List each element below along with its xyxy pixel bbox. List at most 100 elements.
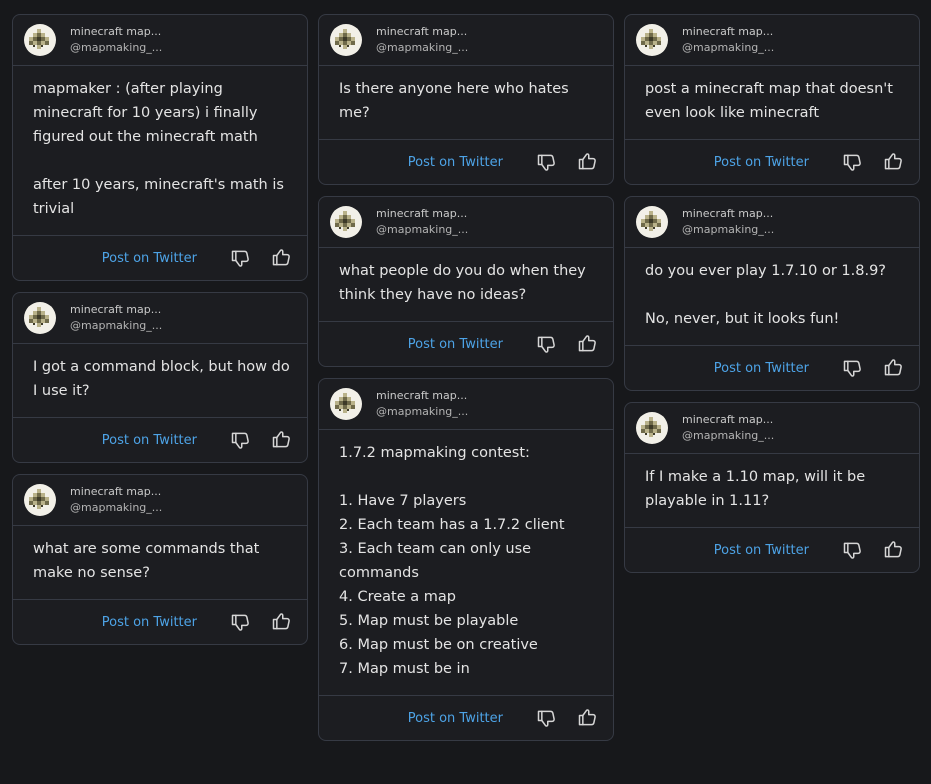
tweet-card: minecraft map... @mapmaking_... post a m… — [624, 14, 920, 185]
author-ident: minecraft map... @mapmaking_... — [682, 24, 774, 56]
author-handle: @mapmaking_... — [682, 223, 775, 236]
thumbs-down-icon[interactable] — [536, 708, 556, 728]
thumbs-up-icon[interactable] — [577, 334, 597, 354]
column-3: minecraft map... @mapmaking_... post a m… — [624, 14, 920, 584]
pixel-map-avatar-icon — [24, 484, 56, 516]
post-on-twitter-link[interactable]: Post on Twitter — [408, 155, 503, 170]
column-2: minecraft map... @mapmaking_... Is there… — [318, 14, 614, 752]
author-handle: @mapmaking_... — [70, 501, 163, 514]
thumbs-down-icon[interactable] — [842, 358, 862, 378]
card-footer: Post on Twitter — [625, 528, 919, 572]
author-handle: @mapmaking_... — [70, 41, 163, 54]
author-handle: @mapmaking_... — [376, 41, 469, 54]
pixel-map-avatar-icon — [636, 412, 668, 444]
avatar-art — [27, 487, 53, 513]
avatar-art — [639, 27, 665, 53]
post-on-twitter-link[interactable]: Post on Twitter — [102, 615, 197, 630]
post-on-twitter-link[interactable]: Post on Twitter — [714, 543, 809, 558]
thumbs-down-icon[interactable] — [230, 612, 250, 632]
author-ident: minecraft map... @mapmaking_... — [682, 412, 774, 444]
thumbs-down-icon[interactable] — [842, 540, 862, 560]
author-handle: @mapmaking_... — [70, 319, 163, 332]
post-on-twitter-link[interactable]: Post on Twitter — [102, 433, 197, 448]
author-ident: minecraft map... @mapmaking_... — [376, 388, 468, 420]
tweet-text: I got a command block, but how do I use … — [13, 344, 307, 418]
card-footer: Post on Twitter — [625, 346, 919, 390]
tweet-card: minecraft map... @mapmaking_... If I mak… — [624, 402, 920, 573]
pixel-map-avatar-icon — [330, 388, 362, 420]
author-name: minecraft map... — [682, 25, 774, 38]
tweet-text: post a minecraft map that doesn't even l… — [625, 66, 919, 140]
card-header: minecraft map... @mapmaking_... — [13, 293, 307, 344]
tweet-text: what are some commands that make no sens… — [13, 526, 307, 600]
author-ident: minecraft map... @mapmaking_... — [70, 24, 162, 56]
thumbs-up-icon[interactable] — [577, 152, 597, 172]
thumbs-down-icon[interactable] — [230, 430, 250, 450]
card-header: minecraft map... @mapmaking_... — [319, 15, 613, 66]
avatar-art — [27, 27, 53, 53]
avatar-art — [639, 209, 665, 235]
tweet-text: 1.7.2 mapmaking contest: 1. Have 7 playe… — [319, 430, 613, 696]
author-name: minecraft map... — [70, 485, 162, 498]
thumbs-up-icon[interactable] — [883, 540, 903, 560]
card-header: minecraft map... @mapmaking_... — [13, 475, 307, 526]
author-ident: minecraft map... @mapmaking_... — [70, 484, 162, 516]
author-name: minecraft map... — [376, 25, 468, 38]
card-header: minecraft map... @mapmaking_... — [319, 197, 613, 248]
tweet-text: what people do you do when they think th… — [319, 248, 613, 322]
thumbs-up-icon[interactable] — [271, 430, 291, 450]
author-name: minecraft map... — [70, 303, 162, 316]
card-footer: Post on Twitter — [13, 600, 307, 644]
author-handle: @mapmaking_... — [376, 405, 469, 418]
thumbs-up-icon[interactable] — [883, 152, 903, 172]
card-header: minecraft map... @mapmaking_... — [625, 197, 919, 248]
author-ident: minecraft map... @mapmaking_... — [682, 206, 774, 238]
post-on-twitter-link[interactable]: Post on Twitter — [408, 337, 503, 352]
card-footer: Post on Twitter — [319, 322, 613, 366]
author-name: minecraft map... — [376, 389, 468, 402]
avatar-art — [333, 391, 359, 417]
card-header: minecraft map... @mapmaking_... — [625, 403, 919, 454]
post-on-twitter-link[interactable]: Post on Twitter — [102, 251, 197, 266]
thumbs-up-icon[interactable] — [883, 358, 903, 378]
thumbs-down-icon[interactable] — [536, 334, 556, 354]
pixel-map-avatar-icon — [24, 24, 56, 56]
card-footer: Post on Twitter — [13, 236, 307, 280]
pixel-map-avatar-icon — [330, 206, 362, 238]
thumbs-up-icon[interactable] — [577, 708, 597, 728]
card-footer: Post on Twitter — [319, 696, 613, 740]
tweet-text: do you ever play 1.7.10 or 1.8.9? No, ne… — [625, 248, 919, 346]
author-handle: @mapmaking_... — [682, 41, 775, 54]
author-ident: minecraft map... @mapmaking_... — [376, 206, 468, 238]
tweet-text: Is there anyone here who hates me? — [319, 66, 613, 140]
thumbs-up-icon[interactable] — [271, 612, 291, 632]
post-on-twitter-link[interactable]: Post on Twitter — [408, 711, 503, 726]
card-header: minecraft map... @mapmaking_... — [13, 15, 307, 66]
tweet-card: minecraft map... @mapmaking_... 1.7.2 ma… — [318, 378, 614, 741]
author-name: minecraft map... — [682, 207, 774, 220]
post-on-twitter-link[interactable]: Post on Twitter — [714, 361, 809, 376]
thumbs-up-icon[interactable] — [271, 248, 291, 268]
author-name: minecraft map... — [682, 413, 774, 426]
pixel-map-avatar-icon — [636, 24, 668, 56]
author-ident: minecraft map... @mapmaking_... — [70, 302, 162, 334]
avatar-art — [333, 27, 359, 53]
thumbs-down-icon[interactable] — [536, 152, 556, 172]
author-handle: @mapmaking_... — [682, 429, 775, 442]
card-header: minecraft map... @mapmaking_... — [319, 379, 613, 430]
thumbs-down-icon[interactable] — [230, 248, 250, 268]
column-1: minecraft map... @mapmaking_... mapmaker… — [12, 14, 308, 656]
card-board: minecraft map... @mapmaking_... mapmaker… — [0, 0, 931, 784]
author-handle: @mapmaking_... — [376, 223, 469, 236]
pixel-map-avatar-icon — [330, 24, 362, 56]
tweet-card: minecraft map... @mapmaking_... mapmaker… — [12, 14, 308, 281]
tweet-text: If I make a 1.10 map, will it be playabl… — [625, 454, 919, 528]
tweet-text: mapmaker : (after playing minecraft for … — [13, 66, 307, 236]
tweet-card: minecraft map... @mapmaking_... Is there… — [318, 14, 614, 185]
avatar-art — [27, 305, 53, 331]
avatar-art — [639, 415, 665, 441]
card-header: minecraft map... @mapmaking_... — [625, 15, 919, 66]
thumbs-down-icon[interactable] — [842, 152, 862, 172]
tweet-card: minecraft map... @mapmaking_... what are… — [12, 474, 308, 645]
post-on-twitter-link[interactable]: Post on Twitter — [714, 155, 809, 170]
